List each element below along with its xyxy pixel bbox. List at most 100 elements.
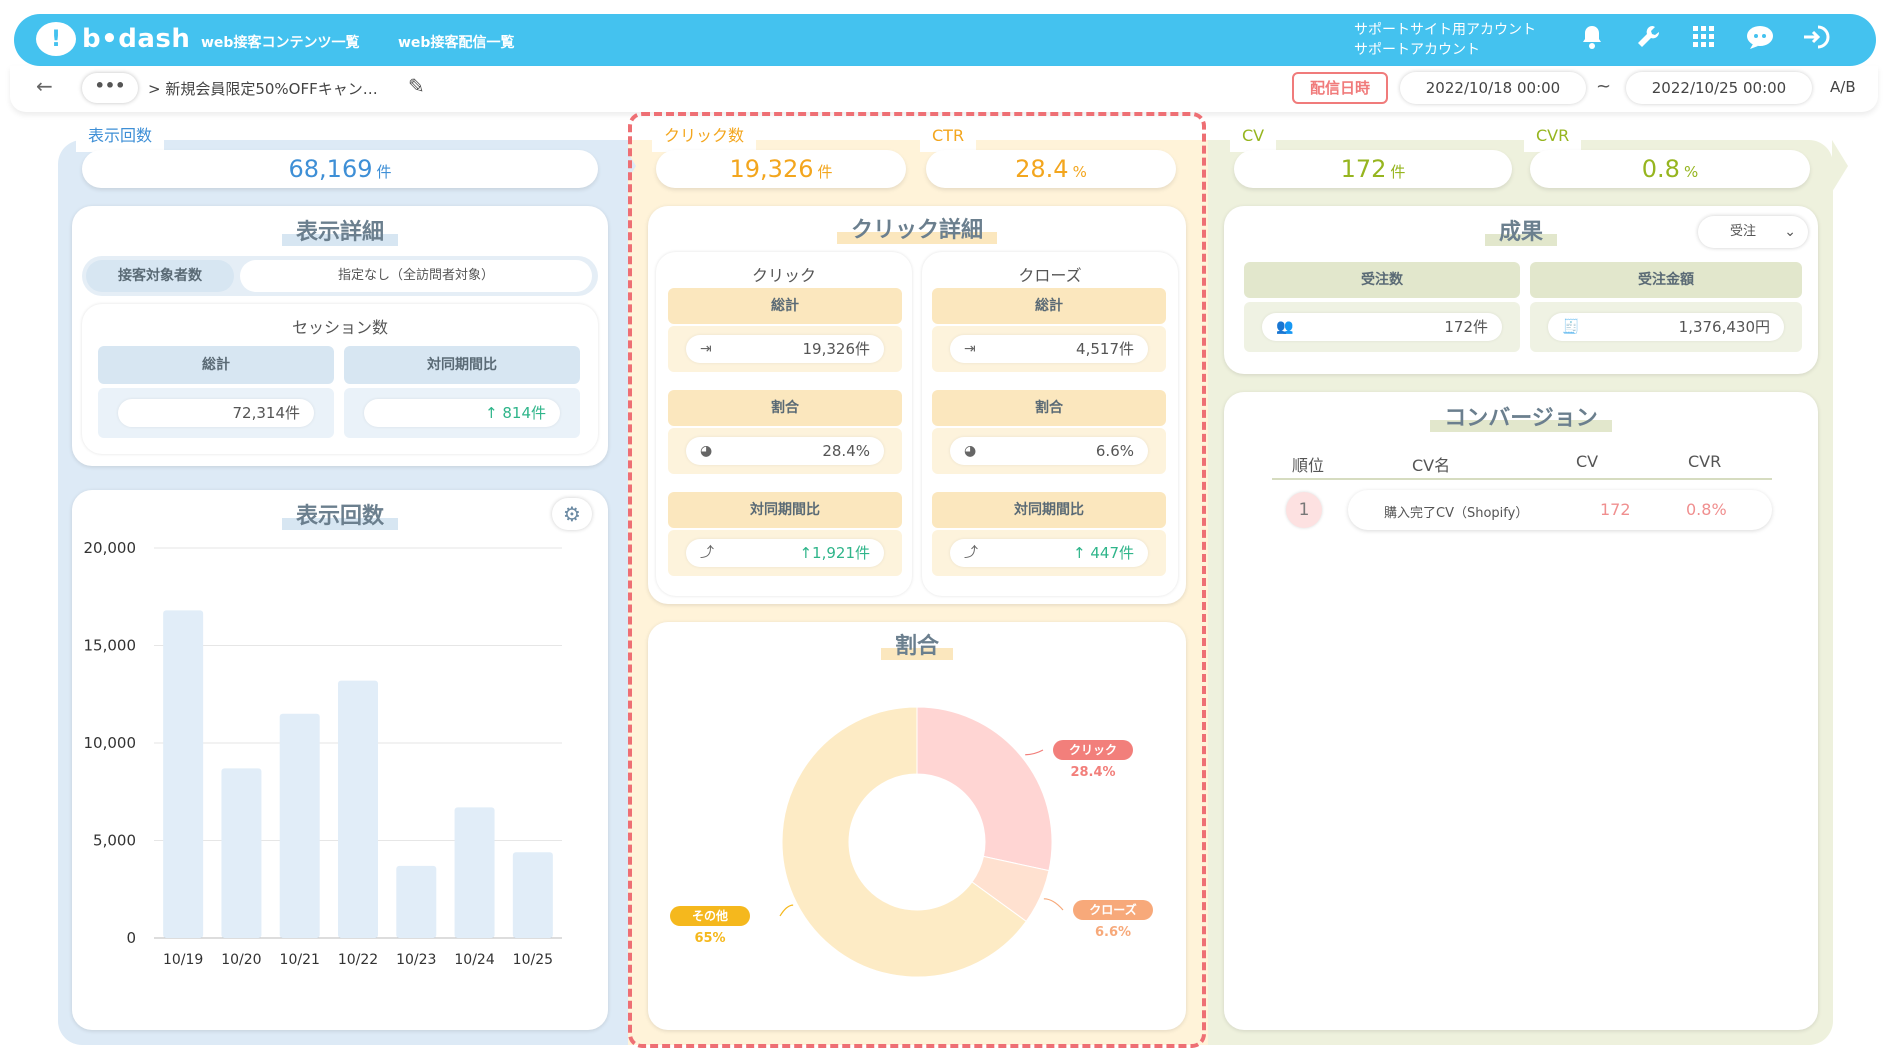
people-icon: 👥 [1276, 319, 1294, 335]
slice-name: その他 [692, 908, 728, 923]
logo-bubble-icon: ! [36, 22, 76, 56]
x-tick-label: 10/20 [221, 952, 261, 968]
orders-header: 受注数 [1244, 262, 1520, 298]
session-card: セッション数 総計 対同期間比 72,314件 ↑ 814件 [82, 304, 598, 454]
bell-icon[interactable] [1574, 24, 1610, 56]
bdash-logo[interactable]: ! b•dash [36, 22, 190, 56]
account-info[interactable]: サポートサイト用アカウント サポートアカウント [1354, 20, 1536, 60]
clicks-value: 19,326 件 [656, 150, 906, 188]
bar[interactable] [279, 713, 320, 938]
slice-percent: 28.4% [1070, 765, 1115, 780]
click-yoy-value: ⤴ ↑1,921件 [686, 539, 884, 567]
ab-toggle[interactable]: A/B [1830, 78, 1856, 96]
logo-text: b•dash [82, 24, 191, 54]
slice-name: クリック [1069, 743, 1117, 757]
door-icon: ⇥ [700, 341, 712, 357]
impressions-bar-chart: 0 5,000 10,000 15,000 20,000 10/19 10/20 10/21 1… [84, 539, 562, 968]
click-ratio-header: 割合 [668, 390, 902, 426]
session-title: セッション数 [291, 318, 388, 337]
wrench-icon[interactable] [1630, 24, 1666, 56]
click-total-value: ⇥ 19,326件 [686, 335, 884, 363]
logout-icon[interactable] [1798, 24, 1834, 56]
slice-leader-line [1043, 898, 1064, 911]
cv-value: 172 件 [1234, 150, 1512, 188]
breadcrumb-more-button[interactable]: ••• [82, 73, 138, 103]
close-yoy-box: ⤴ ↑ 447件 [932, 530, 1166, 576]
x-tick-label: 10/19 [163, 952, 203, 968]
session-total-box: 72,314件 [98, 388, 334, 438]
slice-name: クローズ [1089, 902, 1136, 917]
top-navigation-bar: ! b•dash web接客コンテンツ一覧 web接客配信一覧 サポートサイト用… [14, 14, 1876, 66]
start-date-field[interactable]: 2022/10/18 00:00 [1400, 72, 1586, 104]
slice-leader-line [779, 904, 794, 917]
delivery-date-label: 配信日時 [1292, 72, 1388, 104]
click-ratio-box: ◕ 28.4% [668, 428, 902, 474]
click-total-box: ⇥ 19,326件 [668, 326, 902, 372]
grid-icon[interactable] [1686, 24, 1722, 56]
click-total-header: 総計 [668, 288, 902, 324]
results-select[interactable]: 受注 ⌄ [1698, 216, 1808, 248]
conversion-title: コンバージョン [1224, 400, 1818, 432]
bar[interactable] [338, 680, 378, 938]
display-detail-title: 表示詳細 [72, 214, 608, 246]
slice-leader-line [1025, 749, 1044, 756]
date-separator: ~ [1596, 76, 1612, 97]
rank-badge: 1 [1286, 492, 1322, 528]
session-yoy-value: ↑ 814件 [364, 399, 560, 427]
cvr-value: 0.8% [1530, 150, 1810, 188]
close-sub-card: クローズ 総計 ⇥ 4,517件 割合 ◕ 6.6% 対同期間比 ⤴ ↑ 447件 [922, 252, 1178, 596]
target-count-tab[interactable]: 接客対象者数 [86, 260, 234, 292]
bar[interactable] [396, 865, 437, 938]
close-total-header: 総計 [932, 288, 1166, 324]
col-header-cv: CV [1576, 452, 1599, 471]
bar[interactable] [454, 807, 495, 938]
close-sub-title: クローズ [1018, 266, 1082, 285]
bar[interactable] [221, 768, 262, 938]
end-date-field[interactable]: 2022/10/25 00:00 [1626, 72, 1812, 104]
nav-web-delivery-list[interactable]: web接客配信一覧 [398, 32, 514, 52]
impressions-chart-title: 表示回数 [72, 498, 608, 530]
impressions-value: 68,169 件 [82, 150, 598, 188]
close-total-value: ⇥ 4,517件 [950, 335, 1148, 363]
pie-icon: ◕ [964, 443, 977, 459]
target-condition-value: 指定なし（全訪問者対象） [240, 260, 592, 292]
click-yoy-header: 対同期間比 [668, 492, 902, 528]
impressions-tab: 表示回数 [76, 120, 165, 152]
click-yoy-box: ⤴ ↑1,921件 [668, 530, 902, 576]
cv-rate: 0.8% [1686, 500, 1727, 519]
click-sub-card: クリック 総計 ⇥ 19,326件 割合 ◕ 28.4% 対同期間比 ⤴ ↑1,921… [656, 252, 912, 596]
back-arrow-icon[interactable]: ← [36, 74, 53, 98]
click-detail-title: クリック詳細 [648, 212, 1186, 244]
nav-web-content-list[interactable]: web接客コンテンツ一覧 [201, 32, 359, 52]
edit-pencil-icon[interactable]: ✎ [408, 74, 425, 98]
breadcrumb: > 新規会員限定50%OFFキャン… [148, 80, 378, 98]
display-detail-card: 表示詳細 接客対象者数 指定なし（全訪問者対象） セッション数 総計 対同期間比… [72, 206, 608, 466]
bar[interactable] [512, 852, 553, 938]
click-detail-card: クリック詳細 クリック 総計 ⇥ 19,326件 割合 ◕ 28.4% 対同期間比 … [648, 206, 1186, 604]
results-card: 成果 受注 ⌄ 受注数 受注金額 👥 172件 🧾 1,376,430円 [1224, 206, 1818, 374]
session-yoy-header: 対同期間比 [344, 346, 580, 384]
invoice-icon: 🧾 [1562, 319, 1580, 335]
click-ratio-value: ◕ 28.4% [686, 437, 884, 465]
chart-settings-gear-icon[interactable]: ⚙ [552, 498, 592, 530]
orders-value: 👥 172件 [1262, 313, 1502, 341]
pie-icon: ◕ [700, 443, 713, 459]
chat-icon[interactable] [1742, 24, 1778, 56]
bar[interactable] [163, 610, 204, 938]
donut-slice[interactable] [916, 706, 1053, 872]
table-header-divider [1272, 478, 1772, 480]
session-yoy-box: ↑ 814件 [344, 388, 580, 438]
slice-percent: 65% [694, 931, 725, 946]
table-row[interactable]: 購入完了CV（Shopify） 172 0.8% [1348, 490, 1772, 530]
line-chart-icon: ⤴ [700, 545, 714, 561]
toolbar: ← ••• > 新規会員限定50%OFFキャン… ✎ 配信日時 2022/10/… [10, 66, 1878, 112]
slice-percent: 6.6% [1095, 925, 1131, 940]
close-ratio-box: ◕ 6.6% [932, 428, 1166, 474]
ratio-donut-chart: クリック 28.4% クローズ 6.6% その他 65% [670, 706, 1153, 978]
y-tick-label: 0 [126, 929, 136, 947]
cv-count: 172 [1600, 500, 1631, 519]
x-tick-label: 10/21 [280, 952, 320, 968]
y-tick-label: 10,000 [84, 734, 137, 752]
amount-value: 🧾 1,376,430円 [1548, 313, 1784, 341]
close-total-box: ⇥ 4,517件 [932, 326, 1166, 372]
